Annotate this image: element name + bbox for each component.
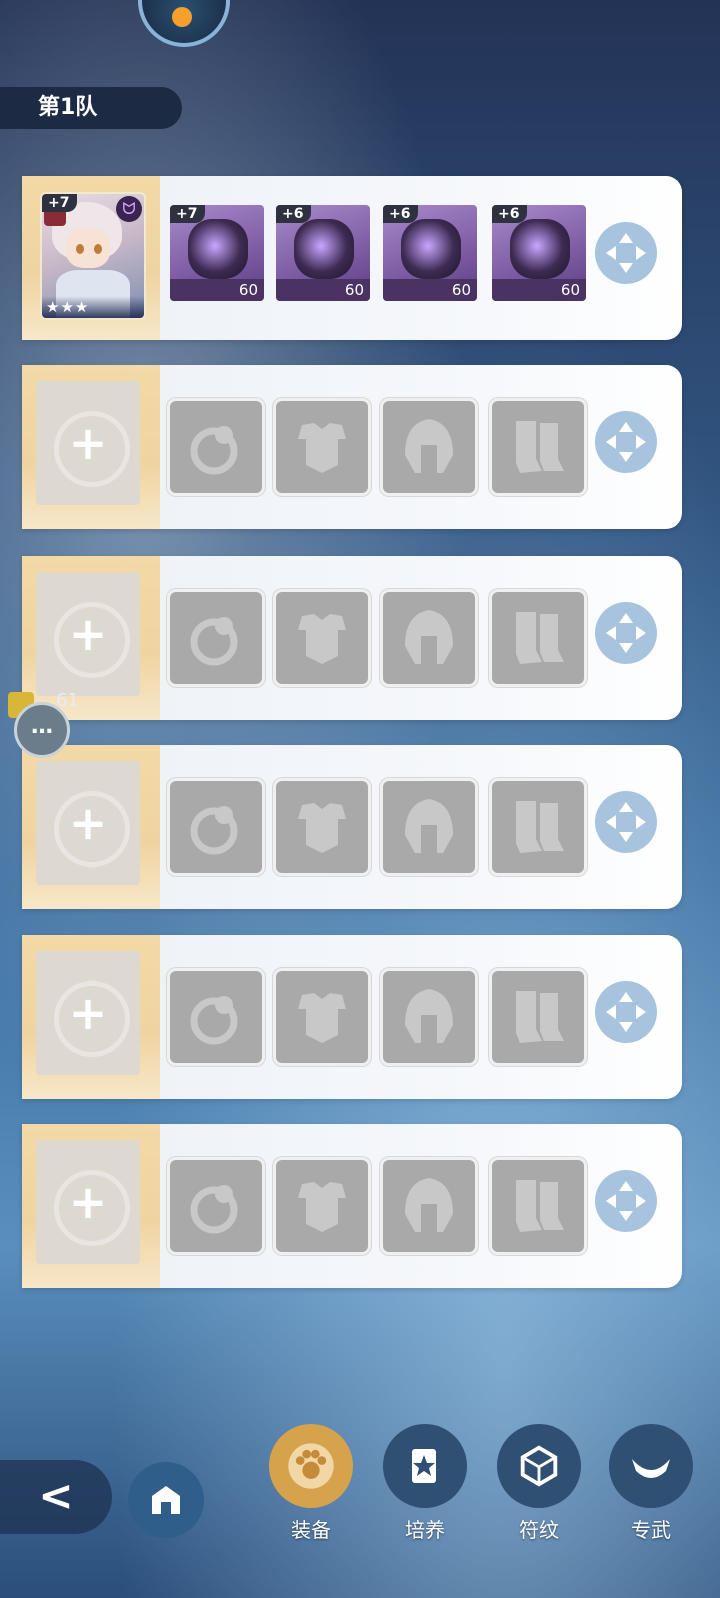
empty-helmet-slot[interactable] bbox=[383, 971, 475, 1063]
nav-cultivate[interactable]: 培养 bbox=[380, 1424, 470, 1543]
hero-slot[interactable]: +7 ᗢ ★★★ bbox=[22, 176, 160, 340]
hero-portrait[interactable]: +7 ᗢ ★★★ bbox=[40, 192, 146, 320]
empty-helmet-slot[interactable] bbox=[383, 401, 475, 493]
helmet-icon bbox=[401, 219, 461, 279]
dice-icon bbox=[497, 1424, 581, 1508]
empty-armor-slot[interactable] bbox=[276, 781, 368, 873]
hero-plus-badge: +7 bbox=[42, 194, 78, 212]
empty-boots-slot[interactable] bbox=[492, 592, 584, 684]
add-hero-icon: + bbox=[68, 416, 108, 470]
hero-slot-empty[interactable]: + bbox=[22, 365, 160, 529]
paw-medal-icon bbox=[269, 1424, 353, 1508]
empty-boots-slot[interactable] bbox=[492, 971, 584, 1063]
equip-boots[interactable]: +6 60 bbox=[492, 205, 586, 301]
nav-equipment[interactable]: 装备 bbox=[266, 1424, 356, 1543]
back-button[interactable]: < bbox=[0, 1460, 112, 1534]
equip-level: 60 bbox=[492, 279, 586, 301]
add-hero-icon: + bbox=[68, 986, 108, 1040]
equip-plus: +6 bbox=[383, 205, 419, 223]
equip-plus: +6 bbox=[276, 205, 312, 223]
nav-label: 专武 bbox=[631, 1518, 671, 1542]
hero-placeholder: + bbox=[36, 761, 140, 885]
nav-runes[interactable]: 符纹 bbox=[494, 1424, 584, 1543]
empty-armor-slot[interactable] bbox=[276, 592, 368, 684]
team-row-5: + bbox=[22, 935, 682, 1099]
hero-eye bbox=[94, 244, 102, 254]
hero-slot-empty[interactable]: + bbox=[22, 1124, 160, 1288]
team-row-3: + bbox=[22, 556, 682, 720]
move-button[interactable] bbox=[595, 981, 657, 1043]
hero-placeholder: + bbox=[36, 381, 140, 505]
team-row-1: +7 ᗢ ★★★ +7 60 +6 60 +6 60 +6 60 bbox=[22, 176, 682, 340]
hero-slot-empty[interactable]: + bbox=[22, 556, 160, 720]
nav-label: 装备 bbox=[291, 1518, 331, 1542]
add-hero-icon: + bbox=[68, 607, 108, 661]
empty-armor-slot[interactable] bbox=[276, 971, 368, 1063]
hero-face bbox=[66, 228, 110, 268]
move-arrows-icon bbox=[606, 802, 646, 842]
move-button[interactable] bbox=[595, 1170, 657, 1232]
move-button[interactable] bbox=[595, 411, 657, 473]
empty-ring-slot[interactable] bbox=[170, 401, 262, 493]
empty-ring-slot[interactable] bbox=[170, 971, 262, 1063]
move-button[interactable] bbox=[595, 222, 657, 284]
move-button[interactable] bbox=[595, 602, 657, 664]
empty-armor-slot[interactable] bbox=[276, 401, 368, 493]
home-button[interactable] bbox=[128, 1462, 204, 1538]
empty-ring-slot[interactable] bbox=[170, 1160, 262, 1252]
medallion-icon bbox=[172, 7, 192, 27]
equip-level: 60 bbox=[276, 279, 370, 301]
equip-armor[interactable]: +6 60 bbox=[276, 205, 370, 301]
hero-placeholder: + bbox=[36, 572, 140, 696]
move-button[interactable] bbox=[595, 791, 657, 853]
empty-helmet-slot[interactable] bbox=[383, 781, 475, 873]
move-arrows-icon bbox=[606, 613, 646, 653]
equip-plus: +6 bbox=[492, 205, 528, 223]
hero-placeholder: + bbox=[36, 1140, 140, 1264]
move-arrows-icon bbox=[606, 233, 646, 273]
hero-slot-empty[interactable]: + bbox=[22, 745, 160, 909]
equip-ring[interactable]: +7 60 bbox=[170, 205, 264, 301]
ring-icon bbox=[188, 219, 248, 279]
team-row-4: + bbox=[22, 745, 682, 909]
hero-slot-empty[interactable]: + bbox=[22, 935, 160, 1099]
empty-ring-slot[interactable] bbox=[170, 592, 262, 684]
home-icon bbox=[152, 1486, 180, 1514]
hero-class-icon: ᗢ bbox=[116, 196, 142, 222]
hero-placeholder: + bbox=[36, 951, 140, 1075]
equip-helmet[interactable]: +6 60 bbox=[383, 205, 477, 301]
empty-boots-slot[interactable] bbox=[492, 401, 584, 493]
add-hero-icon: + bbox=[68, 796, 108, 850]
nav-label: 培养 bbox=[405, 1518, 445, 1542]
move-arrows-icon bbox=[606, 992, 646, 1032]
move-arrows-icon bbox=[606, 1181, 646, 1221]
move-arrows-icon bbox=[606, 422, 646, 462]
nav-label: 符纹 bbox=[519, 1518, 559, 1542]
empty-helmet-slot[interactable] bbox=[383, 592, 475, 684]
team-row-2: + bbox=[22, 365, 682, 529]
team-row-6: + bbox=[22, 1124, 682, 1288]
hero-eye bbox=[76, 244, 84, 254]
equip-level: 60 bbox=[383, 279, 477, 301]
empty-boots-slot[interactable] bbox=[492, 1160, 584, 1252]
chat-count: 61 bbox=[56, 690, 79, 711]
equip-level: 60 bbox=[170, 279, 264, 301]
empty-helmet-slot[interactable] bbox=[383, 1160, 475, 1252]
empty-ring-slot[interactable] bbox=[170, 781, 262, 873]
empty-boots-slot[interactable] bbox=[492, 781, 584, 873]
equip-plus: +7 bbox=[170, 205, 206, 223]
hero-stars: ★★★ bbox=[42, 296, 144, 318]
boots-icon bbox=[510, 219, 570, 279]
armor-icon bbox=[294, 219, 354, 279]
top-medallion bbox=[138, 0, 230, 47]
nav-exclusive-weapon[interactable]: 专武 bbox=[606, 1424, 696, 1543]
add-hero-icon: + bbox=[68, 1175, 108, 1229]
team-title: 第1队 bbox=[0, 87, 182, 129]
horn-weapon-icon bbox=[609, 1424, 693, 1508]
card-icon bbox=[383, 1424, 467, 1508]
empty-armor-slot[interactable] bbox=[276, 1160, 368, 1252]
